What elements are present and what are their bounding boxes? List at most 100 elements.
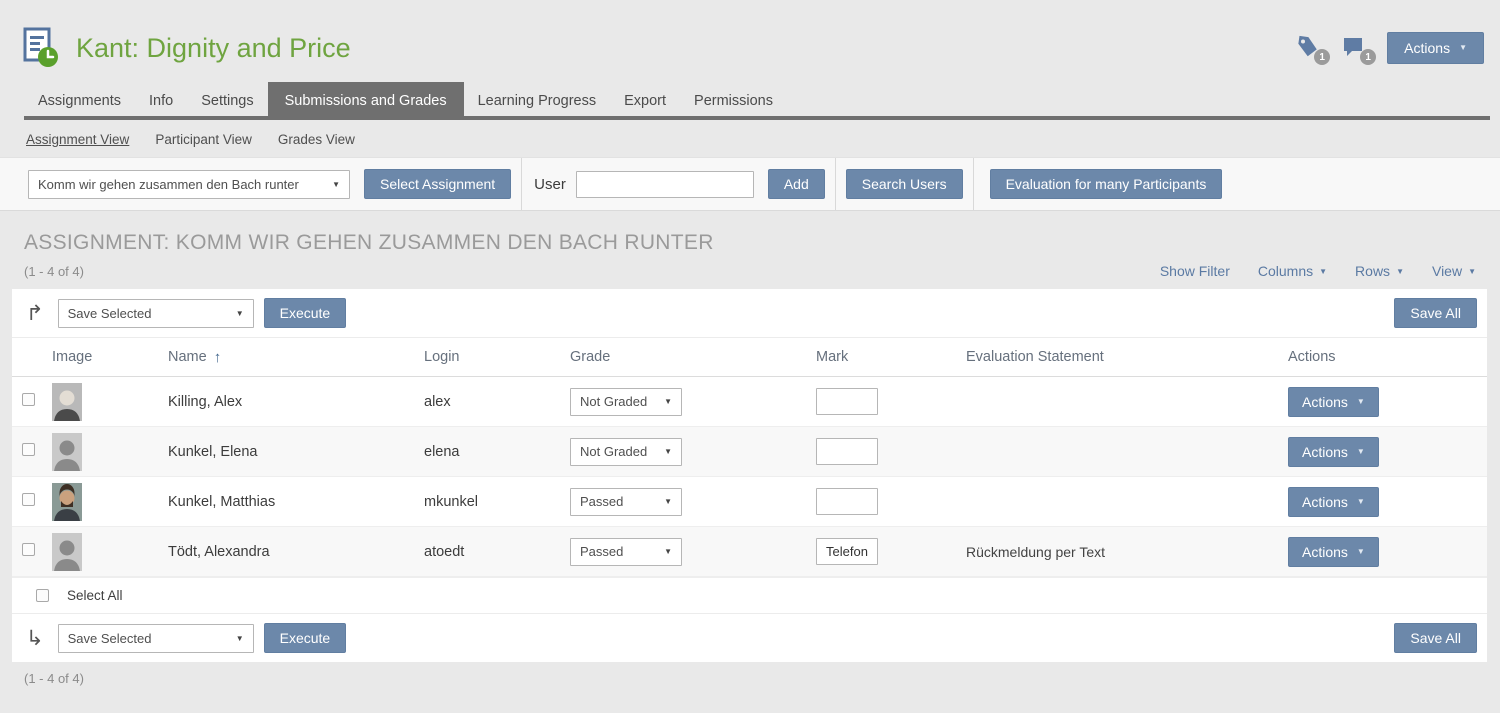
select-all-row: Select All — [12, 577, 1487, 613]
main-tab[interactable]: Permissions — [680, 85, 787, 116]
search-users-button[interactable]: Search Users — [846, 169, 963, 199]
execute-button-bottom[interactable]: Execute — [264, 623, 347, 653]
grade-select-value: Passed — [580, 544, 623, 559]
participants-table: ↱ Save Selected ▼ Execute Save All Image… — [12, 289, 1487, 662]
chevron-down-icon: ▼ — [1357, 498, 1365, 506]
view-dropdown[interactable]: View ▼ — [1432, 263, 1476, 279]
grade-select-value: Passed — [580, 494, 623, 509]
participant-login: mkunkel — [410, 494, 556, 510]
header-actions-button[interactable]: Actions ▼ — [1387, 32, 1484, 64]
row-grade-cell: Not Graded ▼ — [556, 388, 802, 416]
select-all-checkbox[interactable] — [36, 589, 49, 602]
exercise-object-icon — [18, 26, 62, 70]
mark-input[interactable] — [816, 388, 878, 415]
user-avatar — [52, 533, 82, 571]
mark-input[interactable] — [816, 438, 878, 465]
row-actions-cell: Actions ▼ — [1282, 387, 1487, 417]
grade-select-value: Not Graded — [580, 394, 647, 409]
grade-select[interactable]: Not Graded ▼ — [570, 438, 682, 466]
bulk-action-select-bottom[interactable]: Save Selected ▼ — [58, 624, 254, 653]
add-user-button[interactable]: Add — [768, 169, 825, 199]
row-checkbox[interactable] — [22, 443, 35, 456]
execute-button-top[interactable]: Execute — [264, 298, 347, 328]
show-filter-link[interactable]: Show Filter — [1160, 263, 1230, 279]
result-range-top: (1 - 4 of 4) — [24, 264, 84, 279]
sub-tab[interactable]: Participant View — [155, 132, 252, 147]
row-actions-label: Actions — [1302, 394, 1348, 410]
row-checkbox[interactable] — [22, 543, 35, 556]
column-header-mark: Mark — [802, 349, 952, 365]
row-actions-button[interactable]: Actions ▼ — [1288, 537, 1379, 567]
save-all-label: Save All — [1410, 305, 1461, 321]
grade-select[interactable]: Not Graded ▼ — [570, 388, 682, 416]
chevron-down-icon: ▼ — [1357, 398, 1365, 406]
apply-above-arrow-icon: ↱ — [26, 303, 44, 324]
main-tab[interactable]: Submissions and Grades — [268, 82, 464, 116]
tags-button[interactable]: 1 — [1295, 35, 1323, 61]
row-checkbox[interactable] — [22, 393, 35, 406]
save-all-button-bottom[interactable]: Save All — [1394, 623, 1477, 653]
save-all-button-top[interactable]: Save All — [1394, 298, 1477, 328]
row-actions-button[interactable]: Actions ▼ — [1288, 387, 1379, 417]
row-actions-button[interactable]: Actions ▼ — [1288, 487, 1379, 517]
row-mark-cell — [802, 538, 952, 565]
evaluation-many-participants-label: Evaluation for many Participants — [1006, 176, 1207, 192]
rows-dropdown[interactable]: Rows ▼ — [1355, 263, 1404, 279]
table-row: Killing, Alex alex Not Graded ▼ Actions … — [12, 377, 1487, 427]
bulk-action-select-top[interactable]: Save Selected ▼ — [58, 299, 254, 328]
table-body: Killing, Alex alex Not Graded ▼ Actions … — [12, 377, 1487, 577]
select-assignment-button[interactable]: Select Assignment — [364, 169, 511, 199]
row-actions-cell: Actions ▼ — [1282, 437, 1487, 467]
row-checkbox[interactable] — [22, 493, 35, 506]
add-user-label: Add — [784, 176, 809, 192]
table-row: Kunkel, Elena elena Not Graded ▼ Actions… — [12, 427, 1487, 477]
user-avatar — [52, 383, 82, 421]
sub-tab[interactable]: Grades View — [278, 132, 355, 147]
row-actions-button[interactable]: Actions ▼ — [1288, 437, 1379, 467]
row-checkbox-cell — [12, 543, 46, 561]
apply-below-arrow-icon: ↳ — [26, 628, 44, 649]
row-grade-cell: Not Graded ▼ — [556, 438, 802, 466]
save-all-label: Save All — [1410, 630, 1461, 646]
grade-select[interactable]: Passed ▼ — [570, 538, 682, 566]
chevron-down-icon: ▼ — [332, 180, 340, 189]
columns-dropdown[interactable]: Columns ▼ — [1258, 263, 1327, 279]
toolbar-separator — [835, 158, 836, 210]
columns-label: Columns — [1258, 263, 1313, 279]
grade-select[interactable]: Passed ▼ — [570, 488, 682, 516]
table-view-links: Show Filter Columns ▼ Rows ▼ View ▼ — [1160, 263, 1476, 279]
main-tab[interactable]: Info — [135, 85, 187, 116]
main-tab[interactable]: Learning Progress — [464, 85, 611, 116]
mark-input[interactable] — [816, 538, 878, 565]
participant-name: Kunkel, Matthias — [150, 494, 410, 510]
row-mark-cell — [802, 388, 952, 415]
participant-name: Kunkel, Elena — [150, 444, 410, 460]
column-header-name[interactable]: Name ↑ — [150, 349, 410, 366]
bulk-action-value: Save Selected — [68, 631, 152, 646]
evaluation-many-participants-button[interactable]: Evaluation for many Participants — [990, 169, 1223, 199]
row-checkbox-cell — [12, 393, 46, 411]
assignment-heading: ASSIGNMENT: KOMM WIR GEHEN ZUSAMMEN DEN … — [24, 231, 1476, 255]
sub-tab[interactable]: Assignment View — [26, 132, 129, 147]
chevron-down-icon: ▼ — [1396, 267, 1404, 276]
chevron-down-icon: ▼ — [664, 547, 672, 556]
row-actions-label: Actions — [1302, 544, 1348, 560]
user-input[interactable] — [576, 171, 754, 198]
row-actions-label: Actions — [1302, 494, 1348, 510]
main-tab[interactable]: Export — [610, 85, 680, 116]
page-title: Kant: Dignity and Price — [76, 33, 351, 64]
chevron-down-icon: ▼ — [1319, 267, 1327, 276]
assignment-select[interactable]: Komm wir gehen zusammen den Bach runter … — [28, 170, 350, 199]
main-tabs: Assignments Info Settings Submissions an… — [24, 82, 1490, 120]
toolbar-separator — [973, 158, 974, 210]
main-tab[interactable]: Settings — [187, 85, 267, 116]
select-all-label: Select All — [67, 588, 123, 603]
chevron-down-icon: ▼ — [236, 634, 244, 643]
tag-count-badge: 1 — [1314, 49, 1330, 65]
mark-input[interactable] — [816, 488, 878, 515]
participant-login: atoedt — [410, 544, 556, 560]
user-field-label: User — [534, 176, 566, 193]
main-tab[interactable]: Assignments — [24, 85, 135, 116]
comments-button[interactable]: 1 — [1341, 35, 1369, 61]
rows-label: Rows — [1355, 263, 1390, 279]
